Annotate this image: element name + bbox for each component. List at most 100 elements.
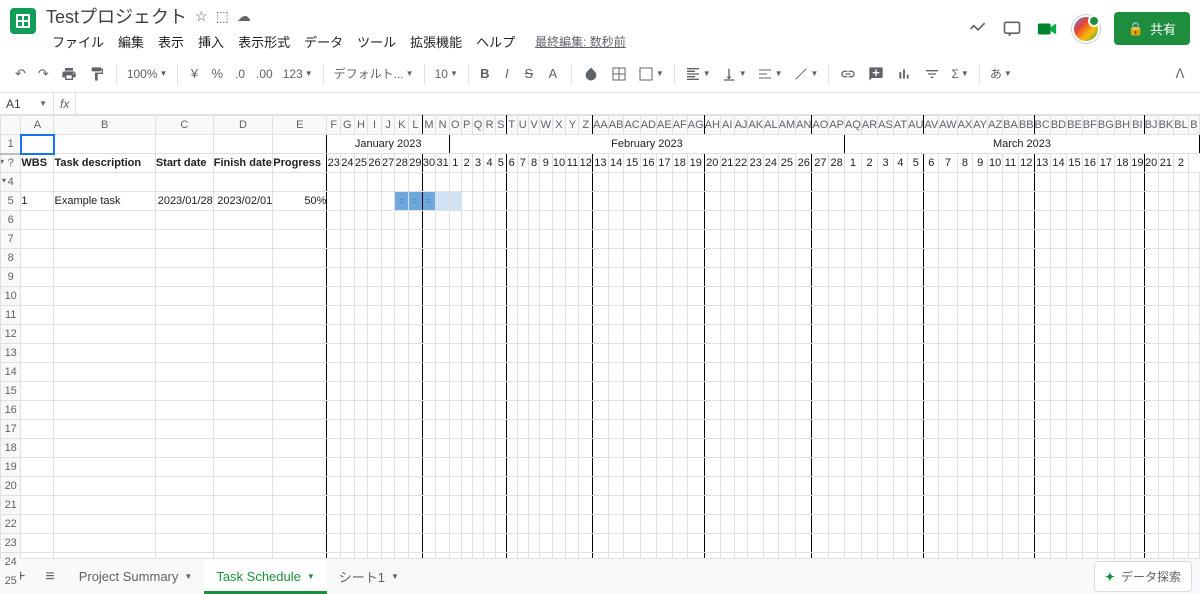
cell[interactable] (893, 268, 907, 287)
cell[interactable] (54, 515, 155, 534)
col-header[interactable]: AS (878, 116, 894, 135)
cell[interactable] (1144, 249, 1158, 268)
gantt-cell[interactable] (422, 192, 436, 211)
col-header[interactable]: S (495, 116, 506, 135)
cell[interactable] (579, 477, 593, 496)
cell[interactable] (472, 325, 484, 344)
cell[interactable] (449, 458, 461, 477)
cell[interactable] (540, 515, 553, 534)
cell[interactable] (21, 268, 54, 287)
cell[interactable] (764, 325, 778, 344)
cell[interactable] (973, 344, 988, 363)
cell[interactable] (517, 439, 528, 458)
cell[interactable] (422, 534, 436, 553)
cell[interactable] (273, 458, 327, 477)
cell[interactable] (1174, 477, 1188, 496)
day-header[interactable]: 31 (436, 154, 450, 173)
cell[interactable] (368, 344, 382, 363)
cell[interactable] (1114, 173, 1130, 192)
cell[interactable] (341, 515, 355, 534)
cell[interactable] (436, 287, 450, 306)
row-header[interactable]: 7 (1, 230, 21, 249)
cell[interactable] (506, 287, 517, 306)
cell[interactable] (764, 382, 778, 401)
cell[interactable] (861, 363, 877, 382)
cell[interactable] (368, 534, 382, 553)
cell[interactable] (461, 344, 472, 363)
day-header[interactable]: 11 (1003, 154, 1019, 173)
cell[interactable] (704, 268, 720, 287)
gantt-cell[interactable] (878, 192, 894, 211)
cell[interactable] (861, 382, 877, 401)
cell[interactable] (687, 515, 704, 534)
cell[interactable] (1082, 439, 1097, 458)
col-header[interactable]: V (528, 116, 539, 135)
cell[interactable] (1131, 401, 1145, 420)
cell[interactable] (354, 496, 368, 515)
cell[interactable] (273, 344, 327, 363)
cell[interactable] (566, 458, 579, 477)
cell[interactable] (593, 458, 609, 477)
cell[interactable] (687, 173, 704, 192)
cell[interactable] (844, 496, 861, 515)
cell[interactable] (1114, 230, 1130, 249)
cell[interactable] (566, 211, 579, 230)
cell[interactable] (1144, 534, 1158, 553)
cell[interactable] (893, 477, 907, 496)
cell[interactable] (381, 458, 395, 477)
col-header[interactable]: AL (764, 116, 778, 135)
cell[interactable] (449, 477, 461, 496)
cell[interactable] (1131, 534, 1145, 553)
cell[interactable] (495, 173, 506, 192)
day-header[interactable]: 1 (844, 154, 861, 173)
cell[interactable] (579, 382, 593, 401)
cell[interactable] (21, 173, 54, 192)
cell[interactable] (1158, 496, 1174, 515)
row-header[interactable]: 24 (1, 553, 21, 572)
cell[interactable] (1034, 420, 1050, 439)
sheet-tab[interactable]: シート1▼ (327, 559, 411, 594)
cell[interactable] (640, 306, 656, 325)
italic-button[interactable]: I (497, 62, 517, 86)
cell[interactable] (368, 458, 382, 477)
cell[interactable] (436, 173, 450, 192)
cell[interactable] (939, 230, 957, 249)
cell[interactable] (528, 477, 539, 496)
cell[interactable] (939, 401, 957, 420)
cell[interactable] (1188, 287, 1199, 306)
cell[interactable] (1097, 363, 1114, 382)
cell[interactable] (21, 382, 54, 401)
cell[interactable] (1034, 268, 1050, 287)
cell[interactable] (657, 211, 673, 230)
cell[interactable] (449, 382, 461, 401)
cell[interactable] (939, 496, 957, 515)
cell[interactable] (778, 268, 796, 287)
cell[interactable] (657, 363, 673, 382)
cell[interactable] (495, 401, 506, 420)
cell[interactable] (552, 458, 566, 477)
col-header[interactable]: AD (640, 116, 656, 135)
cell[interactable] (1034, 477, 1050, 496)
cell[interactable] (812, 211, 829, 230)
cell[interactable] (1097, 534, 1114, 553)
cell[interactable] (1188, 534, 1199, 553)
row-header[interactable]: 22 (1, 515, 21, 534)
cell[interactable] (273, 439, 327, 458)
gantt-cell[interactable] (395, 192, 409, 211)
cell[interactable] (908, 420, 924, 439)
cell[interactable] (436, 306, 450, 325)
cell[interactable] (341, 477, 355, 496)
cell[interactable] (593, 382, 609, 401)
cell[interactable] (748, 173, 764, 192)
cell[interactable] (734, 439, 748, 458)
cell[interactable] (449, 173, 461, 192)
cell[interactable] (778, 211, 796, 230)
cell[interactable] (764, 344, 778, 363)
cell[interactable] (354, 420, 368, 439)
cell[interactable] (748, 363, 764, 382)
cell[interactable] (517, 401, 528, 420)
cell[interactable] (422, 325, 436, 344)
cell[interactable] (1003, 249, 1019, 268)
gantt-cell[interactable] (829, 192, 845, 211)
cell[interactable] (495, 439, 506, 458)
